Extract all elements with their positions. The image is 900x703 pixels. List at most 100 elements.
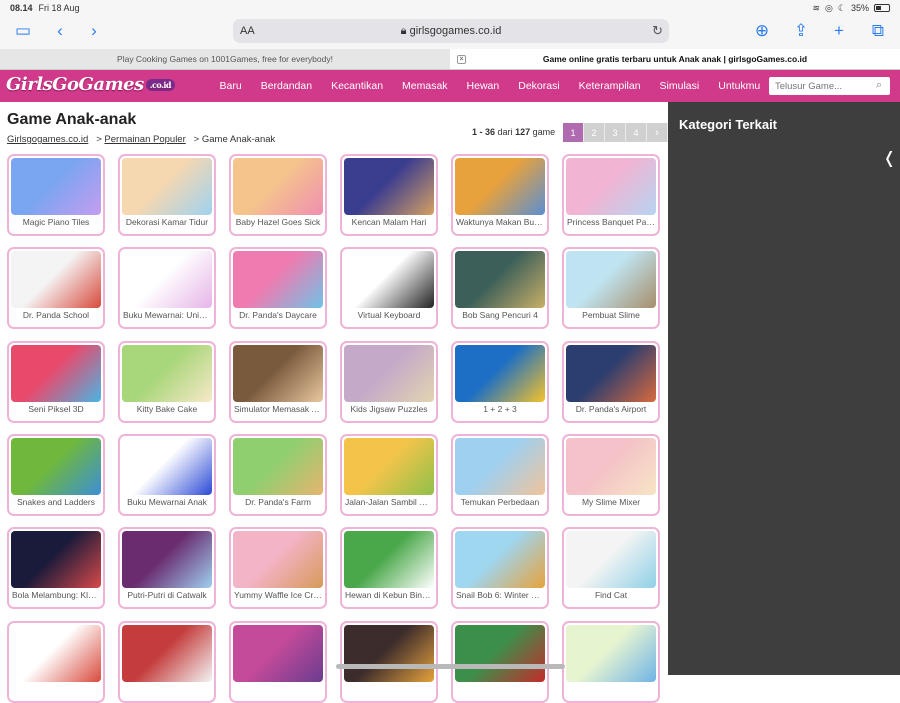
- game-thumbnail[interactable]: [455, 624, 545, 682]
- game-thumbnail[interactable]: [566, 251, 656, 309]
- game-card[interactable]: Virtual Keyboard: [340, 247, 438, 330]
- nav-item-simulasi[interactable]: Simulasi: [650, 80, 709, 92]
- game-title[interactable]: Dr. Panda's Daycare: [231, 310, 325, 320]
- game-title[interactable]: Pembuat Slime: [564, 310, 658, 320]
- game-title[interactable]: Waktunya Makan Burger: [453, 217, 547, 227]
- game-card[interactable]: Yummy Waffle Ice Cream: [229, 527, 327, 610]
- game-title[interactable]: Baby Hazel Goes Sick: [231, 217, 325, 227]
- game-title[interactable]: My Slime Mixer: [564, 497, 658, 507]
- game-card[interactable]: Simulator Memasak Ayam: [229, 340, 327, 423]
- game-title[interactable]: Jalan-Jalan Sambil Belajar: [342, 497, 436, 507]
- breadcrumb-popular[interactable]: Permainan Populer: [104, 134, 185, 145]
- address-bar[interactable]: AA 🔒︎ girlsgogames.co.id ↻: [233, 19, 669, 43]
- game-card[interactable]: [118, 620, 216, 703]
- game-card[interactable]: Waktunya Makan Burger: [451, 154, 549, 236]
- game-card[interactable]: [7, 620, 105, 703]
- game-thumbnail[interactable]: [344, 158, 434, 215]
- nav-item-hewan[interactable]: Hewan: [457, 80, 509, 92]
- game-card[interactable]: 1 + 2 + 3: [451, 340, 549, 423]
- game-title[interactable]: Find Cat: [564, 590, 658, 600]
- nav-item-baru[interactable]: Baru: [210, 80, 251, 92]
- game-thumbnail[interactable]: [344, 624, 434, 682]
- game-card[interactable]: [229, 620, 327, 703]
- nav-item-berdandan[interactable]: Berdandan: [251, 80, 321, 92]
- game-thumbnail[interactable]: [11, 624, 101, 682]
- share-icon[interactable]: ⇪: [789, 21, 813, 41]
- game-thumbnail[interactable]: [344, 531, 434, 589]
- game-thumbnail[interactable]: [344, 437, 434, 495]
- game-title[interactable]: Buku Mewarnai: Unicorn: [120, 310, 214, 320]
- nav-item-memasak[interactable]: Memasak: [393, 80, 458, 92]
- game-thumbnail[interactable]: [233, 158, 323, 215]
- game-card[interactable]: Snakes and Ladders: [7, 433, 105, 516]
- game-title[interactable]: Kencan Malam Hari: [342, 217, 436, 227]
- game-thumbnail[interactable]: [11, 437, 101, 495]
- game-thumbnail[interactable]: [566, 531, 656, 589]
- home-indicator[interactable]: [336, 664, 565, 669]
- game-title[interactable]: Virtual Keyboard: [342, 310, 436, 320]
- game-title[interactable]: Dr. Panda School: [9, 310, 103, 320]
- search-icon[interactable]: ⌕: [876, 79, 882, 92]
- game-thumbnail[interactable]: [344, 251, 434, 309]
- game-thumbnail[interactable]: [455, 531, 545, 589]
- game-card[interactable]: Dr. Panda School: [7, 247, 105, 330]
- game-card[interactable]: Hewan di Kebun Binatang: [340, 527, 438, 610]
- game-title[interactable]: Buku Mewarnai Anak: [120, 497, 214, 507]
- tab-girlsgogames[interactable]: × Game online gratis terbaru untuk Anak …: [450, 49, 900, 69]
- game-thumbnail[interactable]: [233, 624, 323, 682]
- game-thumbnail[interactable]: [122, 437, 212, 495]
- game-card[interactable]: [451, 620, 549, 703]
- game-card[interactable]: Kids Jigsaw Puzzles: [340, 340, 438, 423]
- game-card[interactable]: Buku Mewarnai: Unicorn: [118, 247, 216, 330]
- search-input[interactable]: [769, 77, 890, 95]
- game-thumbnail[interactable]: [122, 624, 212, 682]
- game-title[interactable]: Hewan di Kebun Binatang: [342, 590, 436, 600]
- nav-item-dekorasi[interactable]: Dekorasi: [509, 80, 569, 92]
- game-title[interactable]: Princess Banquet Party: [564, 217, 658, 227]
- sidebar-toggle-icon[interactable]: ▭: [11, 21, 35, 41]
- game-thumbnail[interactable]: [122, 531, 212, 589]
- nav-item-untukmu[interactable]: Untukmu: [709, 80, 770, 92]
- tab-1001games[interactable]: Play Cooking Games on 1001Games, free fo…: [0, 49, 450, 69]
- game-thumbnail[interactable]: [122, 158, 212, 215]
- game-title[interactable]: Seni Piksel 3D: [9, 404, 103, 414]
- game-card[interactable]: Bola Melambung: Klasik: [7, 527, 105, 610]
- sidebar-collapse-icon[interactable]: ❬: [883, 148, 896, 168]
- game-card[interactable]: Bob Sang Pencuri 4: [451, 247, 549, 330]
- game-title[interactable]: Dekorasi Kamar Tidur: [120, 217, 214, 227]
- game-title[interactable]: Yummy Waffle Ice Cream: [231, 590, 325, 600]
- game-thumbnail[interactable]: [566, 344, 656, 402]
- game-thumbnail[interactable]: [566, 437, 656, 495]
- game-thumbnail[interactable]: [455, 437, 545, 495]
- game-title[interactable]: Dr. Panda's Airport: [564, 404, 658, 414]
- close-tab-icon[interactable]: ×: [457, 54, 466, 64]
- game-title[interactable]: Simulator Memasak Ayam: [231, 404, 325, 414]
- game-card[interactable]: Kencan Malam Hari: [340, 154, 438, 236]
- page-3-button[interactable]: 3: [605, 123, 626, 142]
- game-title[interactable]: 1 + 2 + 3: [453, 404, 547, 414]
- game-card[interactable]: Find Cat: [562, 527, 660, 610]
- back-icon[interactable]: ‹: [48, 21, 72, 41]
- game-thumbnail[interactable]: [11, 251, 101, 309]
- game-thumbnail[interactable]: [344, 344, 434, 402]
- page-1-button[interactable]: 1: [563, 123, 584, 142]
- tabs-overview-icon[interactable]: ⧉: [866, 21, 890, 41]
- game-card[interactable]: Dr. Panda's Airport: [562, 340, 660, 423]
- game-thumbnail[interactable]: [455, 251, 545, 309]
- forward-icon[interactable]: ›: [82, 21, 106, 41]
- game-title[interactable]: Putri-Putri di Catwalk: [120, 590, 214, 600]
- game-card[interactable]: Dr. Panda's Daycare: [229, 247, 327, 330]
- page-2-button[interactable]: 2: [584, 123, 605, 142]
- game-card[interactable]: Jalan-Jalan Sambil Belajar: [340, 433, 438, 516]
- game-card[interactable]: Snail Bob 6: Winter Story: [451, 527, 549, 610]
- game-thumbnail[interactable]: [11, 158, 101, 215]
- game-thumbnail[interactable]: [566, 624, 656, 682]
- game-card[interactable]: Magic Piano Tiles: [7, 154, 105, 236]
- breadcrumb-home[interactable]: Girlsgogames.co.id: [7, 134, 88, 145]
- game-thumbnail[interactable]: [455, 158, 545, 215]
- game-title[interactable]: Bola Melambung: Klasik: [9, 590, 103, 600]
- site-logo[interactable]: GirlsGoGames .co.id: [6, 74, 175, 95]
- game-thumbnail[interactable]: [233, 437, 323, 495]
- game-card[interactable]: [562, 620, 660, 703]
- new-tab-icon[interactable]: +: [827, 21, 851, 41]
